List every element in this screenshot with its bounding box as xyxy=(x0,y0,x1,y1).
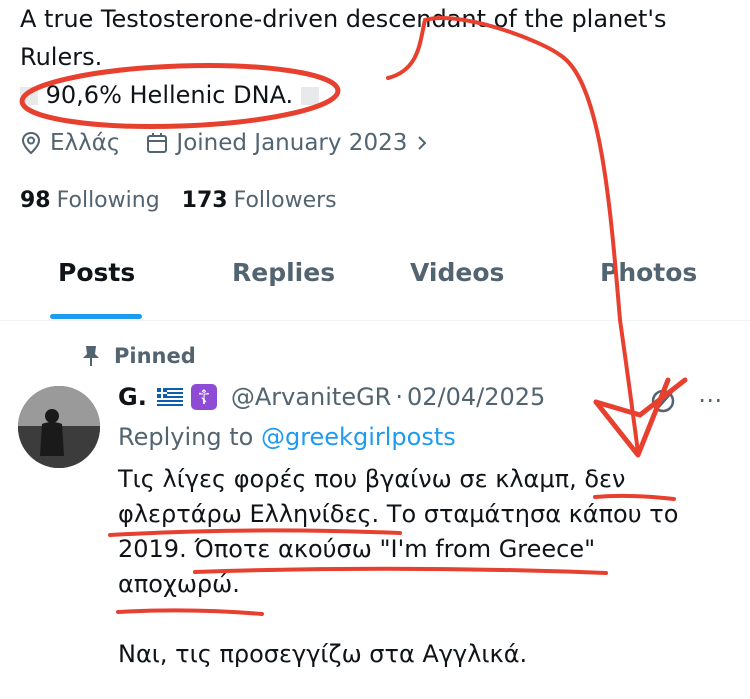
tweet-body-line: Τις λίγες φορές που βγαίνω σε κλαμπ, δεν xyxy=(118,465,626,493)
followers-label: Followers xyxy=(233,188,337,213)
more-options-icon[interactable]: ⋯ xyxy=(698,386,723,414)
joined-date[interactable]: Joined January 2023 xyxy=(146,130,437,156)
tweet-body-line: αποχωρώ. xyxy=(118,570,240,598)
tweet-body-line: φλερτάρω Ελληνίδες. Το σταμάτησα κάπου τ… xyxy=(118,500,679,528)
flag-placeholder-icon xyxy=(20,87,38,105)
grok-icon[interactable] xyxy=(648,386,678,416)
chevron-right-icon xyxy=(418,136,427,150)
profile-meta: Ελλάς Joined January 2023 xyxy=(20,130,463,156)
flag-placeholder-icon xyxy=(300,87,319,105)
avatar[interactable] xyxy=(18,386,100,468)
following-count: 98 xyxy=(20,188,51,213)
header-separator: · xyxy=(395,383,403,411)
replying-handle-link[interactable]: @greekgirlposts xyxy=(261,423,456,451)
location-pin-icon xyxy=(21,131,41,155)
pin-icon xyxy=(83,346,99,366)
following-link[interactable]: 98 Following xyxy=(20,188,160,213)
follow-counts: 98 Following 173 Followers xyxy=(20,188,359,213)
followers-link[interactable]: 173 Followers xyxy=(182,188,337,213)
tweet-body-line: Ναι, τις προσεγγίζω στα Αγγλικά. xyxy=(118,640,528,668)
location: Ελλάς xyxy=(20,130,120,156)
bio-line: A true Testosterone-driven descendant of… xyxy=(20,5,667,33)
pinned-text: Pinned xyxy=(114,344,196,368)
pinned-label: Pinned xyxy=(82,344,196,368)
bio-line: Rulers. xyxy=(20,43,103,71)
tweet-body-line: 2019. Όποτε ακούσω "I'm from Greece" xyxy=(118,535,596,563)
following-label: Following xyxy=(56,188,160,213)
active-tab-indicator xyxy=(50,314,142,319)
replying-prefix: Replying to xyxy=(118,423,254,451)
profile-bio: A true Testosterone-driven descendant of… xyxy=(20,0,740,114)
greek-flag-icon xyxy=(156,388,183,406)
location-text: Ελλάς xyxy=(50,130,121,156)
replying-to: Replying to @greekgirlposts xyxy=(118,423,456,451)
author-handle[interactable]: @ArvaniteGR xyxy=(231,383,392,411)
tab-replies[interactable]: Replies xyxy=(232,258,335,287)
joined-text: Joined January 2023 xyxy=(176,130,408,156)
profile-tabs: Posts Replies Videos Photos xyxy=(0,240,750,321)
author-name[interactable]: G. xyxy=(118,383,147,411)
tweet-date[interactable]: 02/04/2025 xyxy=(407,383,545,411)
tweet-header: G. ☦ @ArvaniteGR · 02/04/2025 xyxy=(118,383,545,411)
tab-videos[interactable]: Videos xyxy=(410,258,504,287)
orthodox-cross-icon: ☦ xyxy=(190,384,217,410)
tab-posts[interactable]: Posts xyxy=(58,258,135,287)
tweet-body: Τις λίγες φορές που βγαίνω σε κλαμπ, δεν… xyxy=(118,462,738,672)
avatar-image xyxy=(18,386,100,468)
followers-count: 173 xyxy=(181,188,228,213)
bio-line: 90,6% Hellenic DNA. xyxy=(20,76,740,114)
bio-dna-text: 90,6% Hellenic DNA. xyxy=(45,81,294,109)
calendar-icon xyxy=(147,133,168,153)
tab-photos[interactable]: Photos xyxy=(600,258,697,287)
